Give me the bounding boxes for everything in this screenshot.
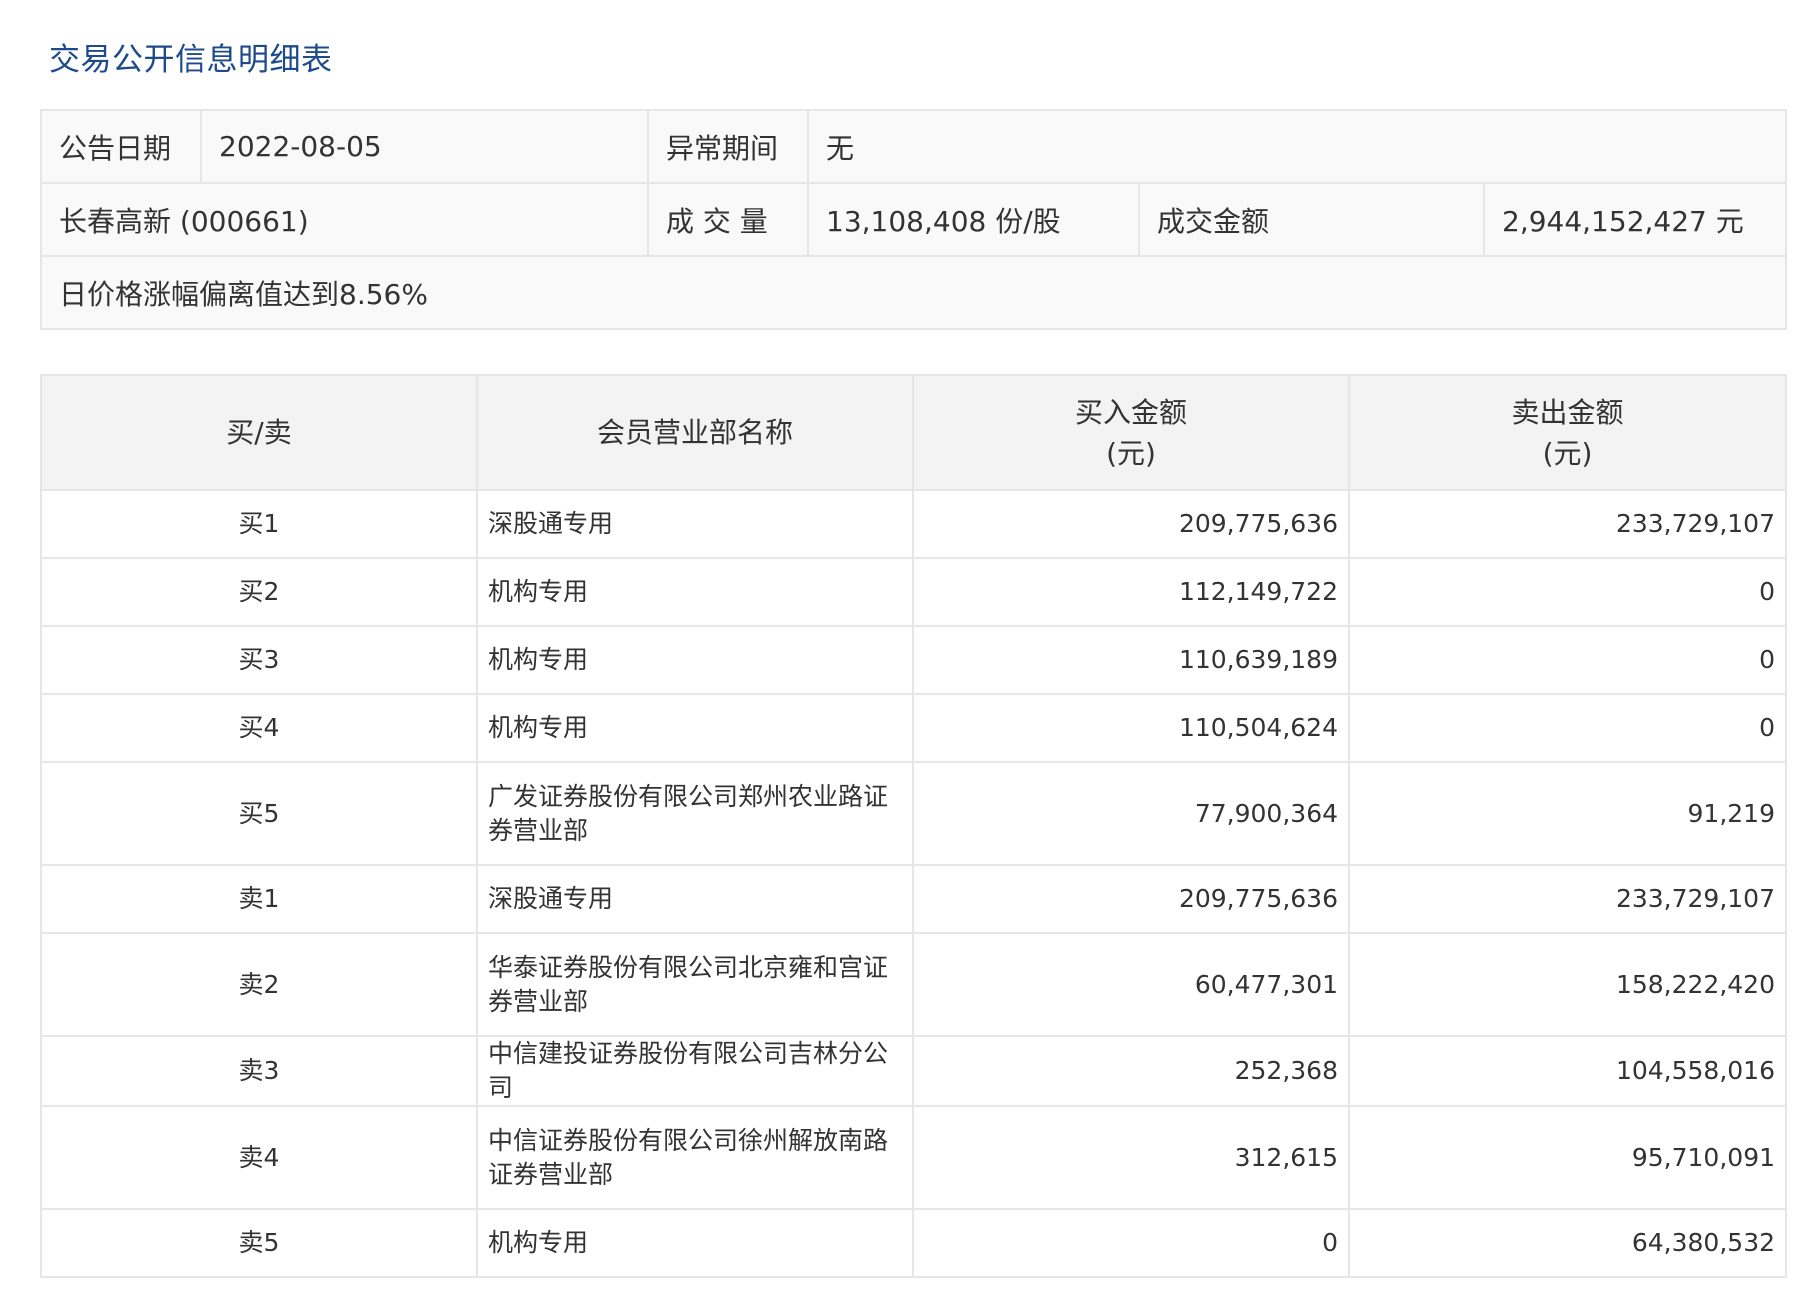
amount-value: 2,944,152,427 元	[1483, 182, 1787, 257]
volume-value: 13,108,408 份/股	[807, 182, 1140, 257]
reason-text: 日价格涨幅偏离值达到8.56%	[40, 255, 1787, 330]
date-label: 公告日期	[40, 109, 202, 184]
header-buy-line2: (元)	[1106, 436, 1156, 470]
period-label: 异常期间	[647, 109, 809, 184]
row-side: 卖1	[40, 864, 478, 934]
row-broker-name: 华泰证券股份有限公司北京雍和宫证券营业部	[476, 932, 914, 1037]
info-row-reason: 日价格涨幅偏离值达到8.56%	[40, 255, 1787, 330]
row-side: 买1	[40, 489, 478, 559]
row-side: 买4	[40, 693, 478, 763]
row-side: 买2	[40, 557, 478, 627]
row-broker-name: 深股通专用	[476, 489, 914, 559]
info-row-volume: 长春高新 (000661) 成 交 量 13,108,408 份/股 成交金额 …	[40, 182, 1787, 257]
row-sell-amount: 233,729,107	[1348, 489, 1787, 559]
row-broker-name: 广发证券股份有限公司郑州农业路证券营业部	[476, 761, 914, 866]
amount-label: 成交金额	[1138, 182, 1485, 257]
row-side: 买5	[40, 761, 478, 866]
row-sell-amount: 158,222,420	[1348, 932, 1787, 1037]
row-buy-amount: 60,477,301	[912, 932, 1350, 1037]
row-buy-amount: 312,615	[912, 1105, 1350, 1210]
row-broker-name: 深股通专用	[476, 864, 914, 934]
row-sell-amount: 95,710,091	[1348, 1105, 1787, 1210]
row-sell-amount: 91,219	[1348, 761, 1787, 866]
row-side: 卖3	[40, 1035, 478, 1107]
row-sell-amount: 0	[1348, 693, 1787, 763]
row-sell-amount: 64,380,532	[1348, 1208, 1787, 1278]
row-broker-name: 中信建投证券股份有限公司吉林分公司	[476, 1035, 914, 1107]
table-row: 买2 机构专用 112,149,722 0	[40, 557, 1787, 627]
row-sell-amount: 104,558,016	[1348, 1035, 1787, 1107]
broker-detail-table: 买/卖 会员营业部名称 买入金额 (元) 卖出金额 (元) 买1 深股通专用 2…	[40, 374, 1787, 1278]
row-side: 卖5	[40, 1208, 478, 1278]
row-broker-name: 机构专用	[476, 557, 914, 627]
row-buy-amount: 77,900,364	[912, 761, 1350, 866]
row-sell-amount: 233,729,107	[1348, 864, 1787, 934]
date-value: 2022-08-05	[200, 109, 649, 184]
row-buy-amount: 252,368	[912, 1035, 1350, 1107]
table-row: 买5 广发证券股份有限公司郑州农业路证券营业部 77,900,364 91,21…	[40, 761, 1787, 866]
trade-info-table: 公告日期 2022-08-05 异常期间 无 长春高新 (000661) 成 交…	[40, 109, 1787, 330]
header-side: 买/卖	[40, 374, 478, 491]
header-sell-amount: 卖出金额 (元)	[1348, 374, 1787, 491]
period-value: 无	[807, 109, 1787, 184]
row-broker-name: 机构专用	[476, 693, 914, 763]
row-side: 卖4	[40, 1105, 478, 1210]
row-side: 买3	[40, 625, 478, 695]
table-row: 买4 机构专用 110,504,624 0	[40, 693, 1787, 763]
row-sell-amount: 0	[1348, 625, 1787, 695]
row-sell-amount: 0	[1348, 557, 1787, 627]
row-buy-amount: 0	[912, 1208, 1350, 1278]
row-broker-name: 中信证券股份有限公司徐州解放南路证券营业部	[476, 1105, 914, 1210]
table-row: 卖1 深股通专用 209,775,636 233,729,107	[40, 864, 1787, 934]
table-row: 卖2 华泰证券股份有限公司北京雍和宫证券营业部 60,477,301 158,2…	[40, 932, 1787, 1037]
header-buy-line1: 买入金额	[1074, 395, 1187, 429]
row-side: 卖2	[40, 932, 478, 1037]
info-row-date: 公告日期 2022-08-05 异常期间 无	[40, 109, 1787, 184]
row-buy-amount: 209,775,636	[912, 489, 1350, 559]
row-buy-amount: 112,149,722	[912, 557, 1350, 627]
table-row: 买3 机构专用 110,639,189 0	[40, 625, 1787, 695]
row-broker-name: 机构专用	[476, 1208, 914, 1278]
table-header-row: 买/卖 会员营业部名称 买入金额 (元) 卖出金额 (元)	[40, 374, 1787, 491]
header-buy-amount: 买入金额 (元)	[912, 374, 1350, 491]
row-buy-amount: 110,504,624	[912, 693, 1350, 763]
row-buy-amount: 209,775,636	[912, 864, 1350, 934]
table-row: 卖4 中信证券股份有限公司徐州解放南路证券营业部 312,615 95,710,…	[40, 1105, 1787, 1210]
volume-label: 成 交 量	[647, 182, 809, 257]
header-sell-line2: (元)	[1542, 436, 1593, 470]
table-row: 买1 深股通专用 209,775,636 233,729,107	[40, 489, 1787, 559]
header-name: 会员营业部名称	[476, 374, 914, 491]
table-row: 卖3 中信建投证券股份有限公司吉林分公司 252,368 104,558,016	[40, 1035, 1787, 1107]
page-title: 交易公开信息明细表	[49, 42, 333, 78]
row-broker-name: 机构专用	[476, 625, 914, 695]
stock-name: 长春高新 (000661)	[40, 182, 649, 257]
table-row: 卖5 机构专用 0 64,380,532	[40, 1208, 1787, 1278]
row-buy-amount: 110,639,189	[912, 625, 1350, 695]
header-sell-line1: 卖出金额	[1511, 395, 1624, 429]
